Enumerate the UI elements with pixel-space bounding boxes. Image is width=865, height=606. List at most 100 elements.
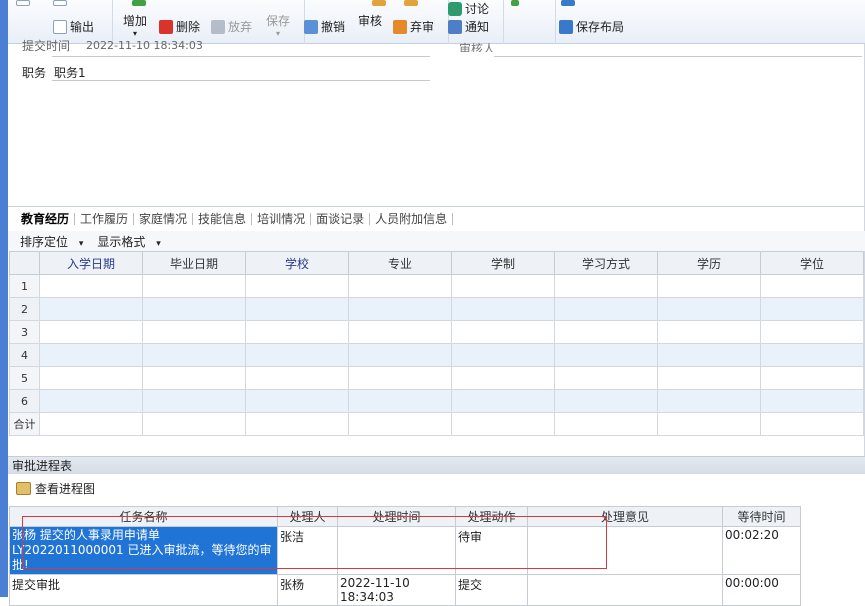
table-row[interactable]: 4 bbox=[9, 343, 864, 367]
opinion-cell[interactable] bbox=[527, 574, 723, 606]
grid-cell[interactable] bbox=[348, 320, 452, 344]
grid-cell[interactable] bbox=[39, 389, 143, 413]
grid-cell[interactable] bbox=[39, 343, 143, 367]
grid-cell[interactable] bbox=[142, 343, 246, 367]
tab-family[interactable]: 家庭情况 bbox=[134, 212, 194, 225]
add-button[interactable]: 增加 ▾ bbox=[123, 12, 147, 38]
handle-time-cell[interactable]: 2022-11-10 18:34:03 bbox=[337, 574, 456, 606]
grid-cell[interactable] bbox=[245, 389, 349, 413]
task-name-cell[interactable]: 提交审批 bbox=[9, 574, 278, 606]
abandon-button[interactable]: 放弃 bbox=[211, 18, 252, 35]
grid-cell[interactable] bbox=[760, 320, 864, 344]
grid-cell[interactable] bbox=[348, 274, 452, 298]
grid-cell[interactable] bbox=[657, 274, 761, 298]
grid-cell[interactable] bbox=[451, 297, 555, 321]
table-row[interactable]: 2 bbox=[9, 297, 864, 321]
grid-cell[interactable] bbox=[245, 274, 349, 298]
discuss-button[interactable]: 讨论 bbox=[448, 0, 489, 17]
save-button[interactable]: 保存 ▾ bbox=[266, 12, 290, 38]
col-header-handle-time[interactable]: 处理时间 bbox=[337, 506, 456, 527]
handle-action-cell[interactable]: 待审 bbox=[455, 526, 528, 575]
col-header-handler[interactable]: 处理人 bbox=[277, 506, 338, 527]
col-header-graduate-date[interactable]: 毕业日期 bbox=[142, 251, 246, 275]
tab-education[interactable]: 教育经历 bbox=[16, 212, 76, 225]
col-header-length[interactable]: 学制 bbox=[451, 251, 555, 275]
undo-button[interactable]: 撤销 bbox=[304, 18, 345, 35]
col-header-degree[interactable]: 学位 bbox=[760, 251, 864, 275]
tab-training[interactable]: 培训情况 bbox=[252, 212, 312, 225]
grid-cell[interactable] bbox=[657, 343, 761, 367]
grid-cell[interactable] bbox=[451, 389, 555, 413]
task-name-cell[interactable]: 张杨 提交的人事录用申请单 LY2022011000001 已进入审批流，等待您… bbox=[9, 526, 278, 575]
review-button[interactable]: 审核 bbox=[358, 12, 382, 29]
grid-cell[interactable] bbox=[554, 274, 658, 298]
opinion-cell[interactable] bbox=[527, 526, 723, 575]
grid-cell[interactable] bbox=[760, 274, 864, 298]
grid-cell[interactable] bbox=[760, 297, 864, 321]
col-header-major[interactable]: 专业 bbox=[348, 251, 452, 275]
table-row[interactable]: 1 bbox=[9, 274, 864, 298]
grid-cell[interactable] bbox=[554, 366, 658, 390]
handler-cell[interactable]: 张洁 bbox=[277, 526, 338, 575]
grid-cell[interactable] bbox=[760, 366, 864, 390]
handle-time-cell[interactable] bbox=[337, 526, 456, 575]
handle-action-cell[interactable]: 提交 bbox=[455, 574, 528, 606]
display-format-dropdown[interactable]: 显示格式 bbox=[97, 233, 160, 250]
grid-cell[interactable] bbox=[657, 366, 761, 390]
col-header-handle-action[interactable]: 处理动作 bbox=[455, 506, 528, 527]
grid-cell[interactable] bbox=[39, 320, 143, 344]
delete-button[interactable]: 删除 bbox=[159, 18, 200, 35]
grid-cell[interactable] bbox=[657, 297, 761, 321]
tab-skills[interactable]: 技能信息 bbox=[193, 212, 253, 225]
grid-cell[interactable] bbox=[39, 297, 143, 321]
grid-cell[interactable] bbox=[348, 343, 452, 367]
grid-cell[interactable] bbox=[760, 343, 864, 367]
grid-cell[interactable] bbox=[142, 297, 246, 321]
grid-cell[interactable] bbox=[554, 297, 658, 321]
tab-extra-info[interactable]: 人员附加信息 bbox=[370, 212, 454, 225]
discard-review-button[interactable]: 弃审 bbox=[393, 18, 434, 35]
grid-cell[interactable] bbox=[657, 389, 761, 413]
grid-cell[interactable] bbox=[451, 274, 555, 298]
view-progress-button[interactable]: 查看进程图 bbox=[35, 480, 95, 497]
col-header-school[interactable]: 学校 bbox=[245, 251, 349, 275]
output-button[interactable]: 输出 bbox=[53, 18, 94, 35]
wait-time-cell[interactable]: 00:02:20 bbox=[722, 526, 801, 575]
tab-interviews[interactable]: 面谈记录 bbox=[311, 212, 371, 225]
grid-cell[interactable] bbox=[348, 366, 452, 390]
grid-cell[interactable] bbox=[142, 274, 246, 298]
tab-work-history[interactable]: 工作履历 bbox=[75, 212, 135, 225]
grid-cell[interactable] bbox=[245, 320, 349, 344]
add-dropdown-icon[interactable]: ▾ bbox=[123, 29, 147, 38]
grid-cell[interactable] bbox=[142, 389, 246, 413]
col-header-education[interactable]: 学历 bbox=[657, 251, 761, 275]
grid-cell[interactable] bbox=[554, 389, 658, 413]
col-header-opinion[interactable]: 处理意见 bbox=[527, 506, 723, 527]
grid-cell[interactable] bbox=[39, 366, 143, 390]
table-row[interactable]: 3 bbox=[9, 320, 864, 344]
grid-cell[interactable] bbox=[39, 274, 143, 298]
sort-locate-dropdown[interactable]: 排序定位 bbox=[20, 233, 83, 250]
table-row[interactable]: 张杨 提交的人事录用申请单 LY2022011000001 已进入审批流，等待您… bbox=[9, 526, 801, 575]
notify-button[interactable]: 通知 bbox=[448, 18, 489, 35]
save-dropdown-icon[interactable]: ▾ bbox=[266, 29, 290, 38]
handler-cell[interactable]: 张杨 bbox=[277, 574, 338, 606]
position-value[interactable]: 职务1 bbox=[54, 64, 86, 81]
grid-cell[interactable] bbox=[348, 389, 452, 413]
col-header-task-name[interactable]: 任务名称 bbox=[9, 506, 278, 527]
grid-cell[interactable] bbox=[142, 366, 246, 390]
grid-cell[interactable] bbox=[554, 343, 658, 367]
grid-cell[interactable] bbox=[245, 297, 349, 321]
table-row[interactable]: 提交审批 张杨 2022-11-10 18:34:03 提交 00:00:00 bbox=[9, 574, 801, 606]
grid-cell[interactable] bbox=[760, 389, 864, 413]
grid-cell[interactable] bbox=[451, 343, 555, 367]
grid-cell[interactable] bbox=[451, 320, 555, 344]
col-header-wait-time[interactable]: 等待时间 bbox=[722, 506, 801, 527]
col-header-enroll-date[interactable]: 入学日期 bbox=[39, 251, 143, 275]
table-row[interactable]: 5 bbox=[9, 366, 864, 390]
grid-cell[interactable] bbox=[554, 320, 658, 344]
col-header-study-mode[interactable]: 学习方式 bbox=[554, 251, 658, 275]
grid-cell[interactable] bbox=[245, 343, 349, 367]
grid-cell[interactable] bbox=[245, 366, 349, 390]
table-row[interactable]: 6 bbox=[9, 389, 864, 413]
